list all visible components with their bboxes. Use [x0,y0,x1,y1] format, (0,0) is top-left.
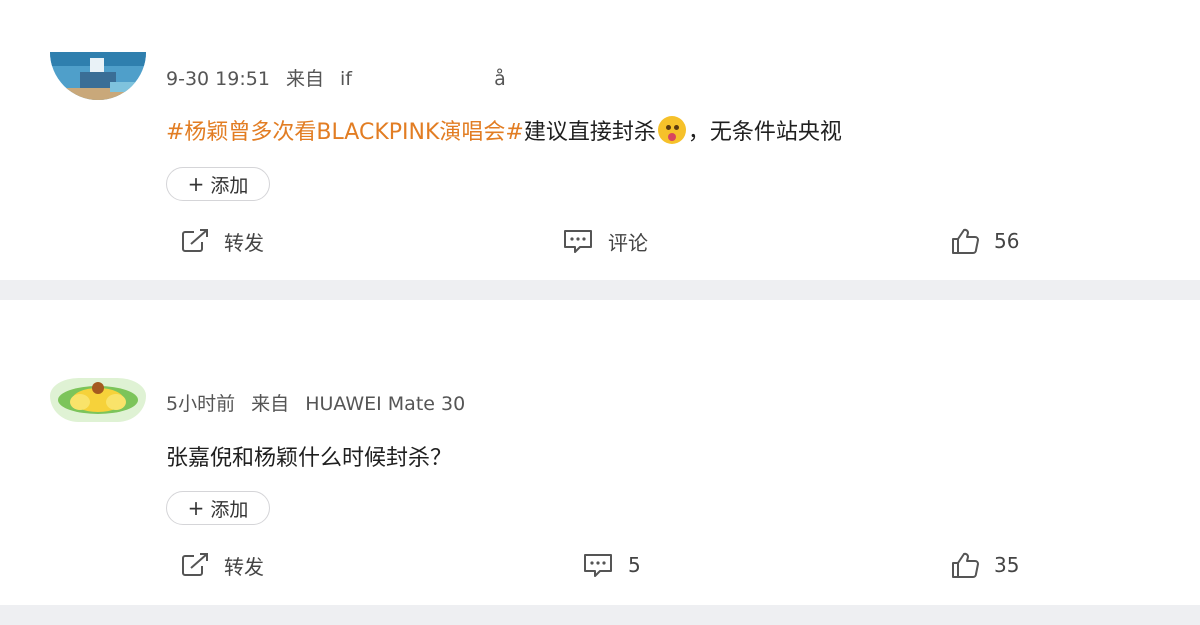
post-content: 张嘉倪和杨颖什么时候封杀？ [166,440,452,472]
post-meta: 5小时前 来自 HUAWEI Mate 30 [166,389,475,416]
post-text-tail: ，无条件站央视 [687,120,842,145]
post-content: #杨颖曾多次看BLACKPINK演唱会#建议直接封杀 ，无条件站央视 [166,114,842,146]
add-button-label: 添加 [210,498,249,521]
add-button[interactable]: + 添加 [166,491,270,525]
repost-icon [182,553,208,576]
post-time[interactable]: 5小时前 [166,393,235,415]
avatar-image [50,52,146,100]
comment-icon [564,230,592,253]
like-count: 35 [994,553,1020,577]
comment-icon [584,554,612,577]
avatar-image [50,378,146,422]
comment-label: 评论 [608,230,648,255]
post-meta: 9-30 19:51 来自 if å [166,64,516,91]
repost-icon [182,229,208,252]
comment-button[interactable]: 5 [582,550,641,580]
source-device[interactable]: if [340,68,352,90]
post-text: 建议直接封杀 [523,120,656,145]
source-device[interactable]: HUAWEI Mate 30 [305,393,465,415]
hashtag-link[interactable]: #杨颖曾多次看BLACKPINK演唱会# [166,120,524,145]
post-time[interactable]: 9-30 19:51 [166,68,270,90]
plus-icon: + [187,496,205,520]
thumbs-up-icon [952,552,979,578]
post-divider [0,605,1200,625]
post-divider [0,280,1200,300]
post-card: 5小时前 来自 HUAWEI Mate 30 张嘉倪和杨颖什么时候封杀？ + 添… [0,300,1200,605]
avatar[interactable] [50,52,146,100]
source-device-tail: å [494,68,506,90]
source-prefix: 来自 [285,68,324,90]
source-prefix: 来自 [251,393,290,415]
comment-button[interactable]: 评论 [562,226,648,256]
like-button[interactable]: 56 [950,226,1019,256]
post-text: 张嘉倪和杨颖什么时候封杀？ [166,446,453,471]
comment-count: 5 [628,553,641,577]
add-button-label: 添加 [210,174,249,197]
add-button[interactable]: + 添加 [166,167,270,201]
avatar[interactable] [50,378,146,422]
drooling-face-emoji-icon [657,116,686,144]
like-button[interactable]: 35 [950,550,1019,580]
like-count: 56 [994,229,1020,253]
plus-icon: + [187,172,205,196]
post-card: 9-30 19:51 来自 if å #杨颖曾多次看BLACKPINK演唱会#建… [0,0,1200,280]
action-bar: 转发 评论 56 [0,226,1200,256]
thumbs-up-icon [952,228,979,254]
action-bar: 转发 5 35 [0,550,1200,580]
repost-label: 转发 [224,230,264,255]
repost-label: 转发 [224,554,264,579]
repost-button[interactable]: 转发 [180,550,264,580]
repost-button[interactable]: 转发 [180,226,264,256]
